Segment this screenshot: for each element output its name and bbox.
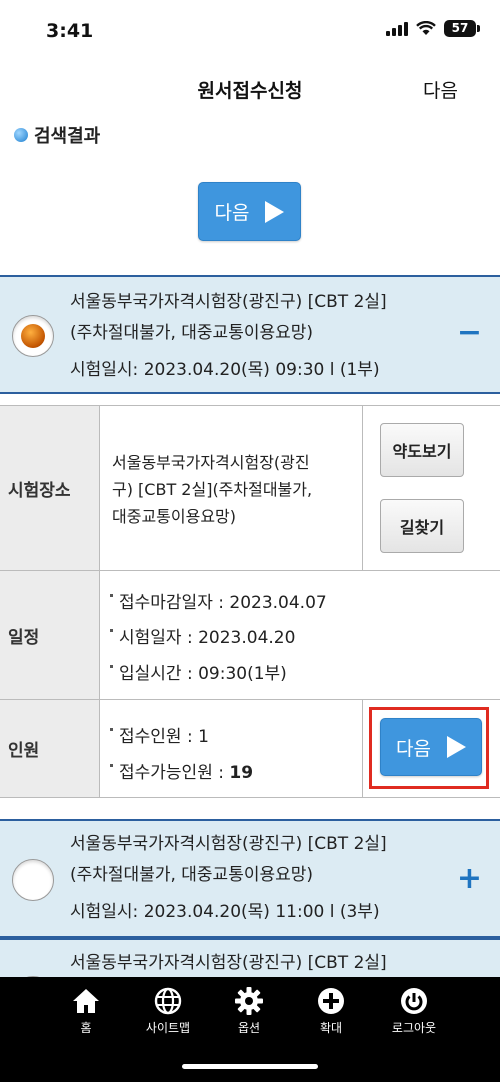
result-name-line2: (주차절대불가, 대중교통이용요망) <box>70 323 314 343</box>
header-next-link[interactable]: 다음 <box>423 76 458 103</box>
top-next-label: 다음 <box>214 202 250 224</box>
schedule-label: 일정 <box>0 571 100 699</box>
detail-row-schedule: 일정 접수마감일자 : 2023.04.07 시험일자 : 2023.04.20… <box>0 571 500 700</box>
plus-circle-icon <box>318 988 344 1014</box>
people-label: 인원 <box>0 700 100 797</box>
highlight-box <box>369 707 489 789</box>
map-button[interactable]: 약도보기 <box>380 423 464 477</box>
nav-home[interactable]: 홈 <box>46 985 126 1036</box>
home-icon <box>73 989 99 1013</box>
location-line3: 대중교통이용요망) <box>112 507 237 526</box>
play-icon <box>265 200 285 223</box>
available-value: 19 <box>229 763 254 783</box>
result-name-line1: 서울동부국가자격시험장(광진구) [CBT 2실] <box>70 292 387 312</box>
signal-icon <box>386 21 408 36</box>
location-label: 시험장소 <box>0 406 100 570</box>
expand-toggle[interactable]: + <box>457 861 482 896</box>
top-next-button[interactable]: 다음 <box>198 182 301 241</box>
result-text: 서울동부국가자격시험장(광진구) [CBT 2실] (주차절대불가, 대중교통이… <box>70 829 450 928</box>
nav-sitemap[interactable]: 사이트맵 <box>128 985 208 1036</box>
available-count: 접수가능인원 : 19 <box>110 758 253 783</box>
bullet-icon <box>14 128 28 142</box>
section-title: 검색결과 <box>14 122 100 148</box>
applied-count: 접수인원 : 1 <box>110 722 209 747</box>
people-cell: 접수인원 : 1 접수가능인원 : 19 <box>100 700 363 797</box>
wifi-icon <box>416 21 436 35</box>
nav-zoom-label: 확대 <box>319 1021 343 1035</box>
result-name-line1: 서울동부국가자격시험장(광진구) [CBT 2실] <box>70 953 387 973</box>
result-row-selected[interactable]: 서울동부국가자격시험장(광진구) [CBT 2실] (주차절대불가, 대중교통이… <box>0 275 500 394</box>
nav-zoom[interactable]: 확대 <box>291 985 371 1036</box>
globe-icon <box>154 987 182 1015</box>
schedule-item: 접수마감일자 : 2023.04.07 <box>110 588 327 613</box>
location-line1: 서울동부국가자격시험장(광진 <box>112 453 310 472</box>
battery-icon: 57 <box>444 20 480 37</box>
location-cell: 서울동부국가자격시험장(광진 구) [CBT 2실](주차절대불가, 대중교통이… <box>100 406 363 570</box>
result-text: 서울동부국가자격시험장(광진구) [CBT 2실] (주차절대불가, 대중교통이… <box>70 287 450 386</box>
nav-options[interactable]: 옵션 <box>209 985 289 1036</box>
status-icons: 57 <box>386 20 480 37</box>
nav-logout[interactable]: 로그아웃 <box>374 985 454 1036</box>
section-title-label: 검색결과 <box>34 126 101 147</box>
schedule-item: 시험일자 : 2023.04.20 <box>110 623 295 648</box>
result-name-line2: (주차절대불가, 대중교통이용요망) <box>70 865 314 885</box>
nav-sitemap-label: 사이트맵 <box>145 1021 191 1035</box>
schedule-item: 입실시간 : 09:30(1부) <box>110 659 287 684</box>
result-datetime: 시험일시: 2023.04.20(목) 11:00 l (3부) <box>70 902 380 922</box>
collapse-toggle[interactable]: − <box>457 315 482 350</box>
power-icon <box>401 988 427 1014</box>
schedule-cell: 접수마감일자 : 2023.04.07 시험일자 : 2023.04.20 입실… <box>100 571 500 699</box>
result-text: 서울동부국가자격시험장(광진구) [CBT 2실] <box>70 948 450 979</box>
nav-options-label: 옵션 <box>237 1021 261 1035</box>
result-datetime: 시험일시: 2023.04.20(목) 09:30 l (1부) <box>70 360 380 380</box>
result-name-line1: 서울동부국가자격시험장(광진구) [CBT 2실] <box>70 834 387 854</box>
detail-row-location: 시험장소 서울동부국가자격시험장(광진 구) [CBT 2실](주차절대불가, … <box>0 406 500 571</box>
status-bar: 3:41 57 <box>0 0 500 62</box>
status-time: 3:41 <box>46 20 94 42</box>
page-header: 원서접수신청 다음 <box>0 62 500 114</box>
nav-logout-label: 로그아웃 <box>391 1021 437 1035</box>
radio-selected[interactable] <box>12 315 54 357</box>
result-row[interactable]: 서울동부국가자격시험장(광진구) [CBT 2실] (주차절대불가, 대중교통이… <box>0 819 500 938</box>
nav-home-label: 홈 <box>80 1021 92 1035</box>
home-indicator <box>182 1064 318 1069</box>
gear-icon <box>235 987 263 1015</box>
route-button[interactable]: 길찾기 <box>380 499 464 553</box>
radio-unselected[interactable] <box>12 859 54 901</box>
detail-table: 시험장소 서울동부국가자격시험장(광진 구) [CBT 2실](주차절대불가, … <box>0 405 500 798</box>
location-line2: 구) [CBT 2실](주차절대불가, <box>112 480 313 499</box>
